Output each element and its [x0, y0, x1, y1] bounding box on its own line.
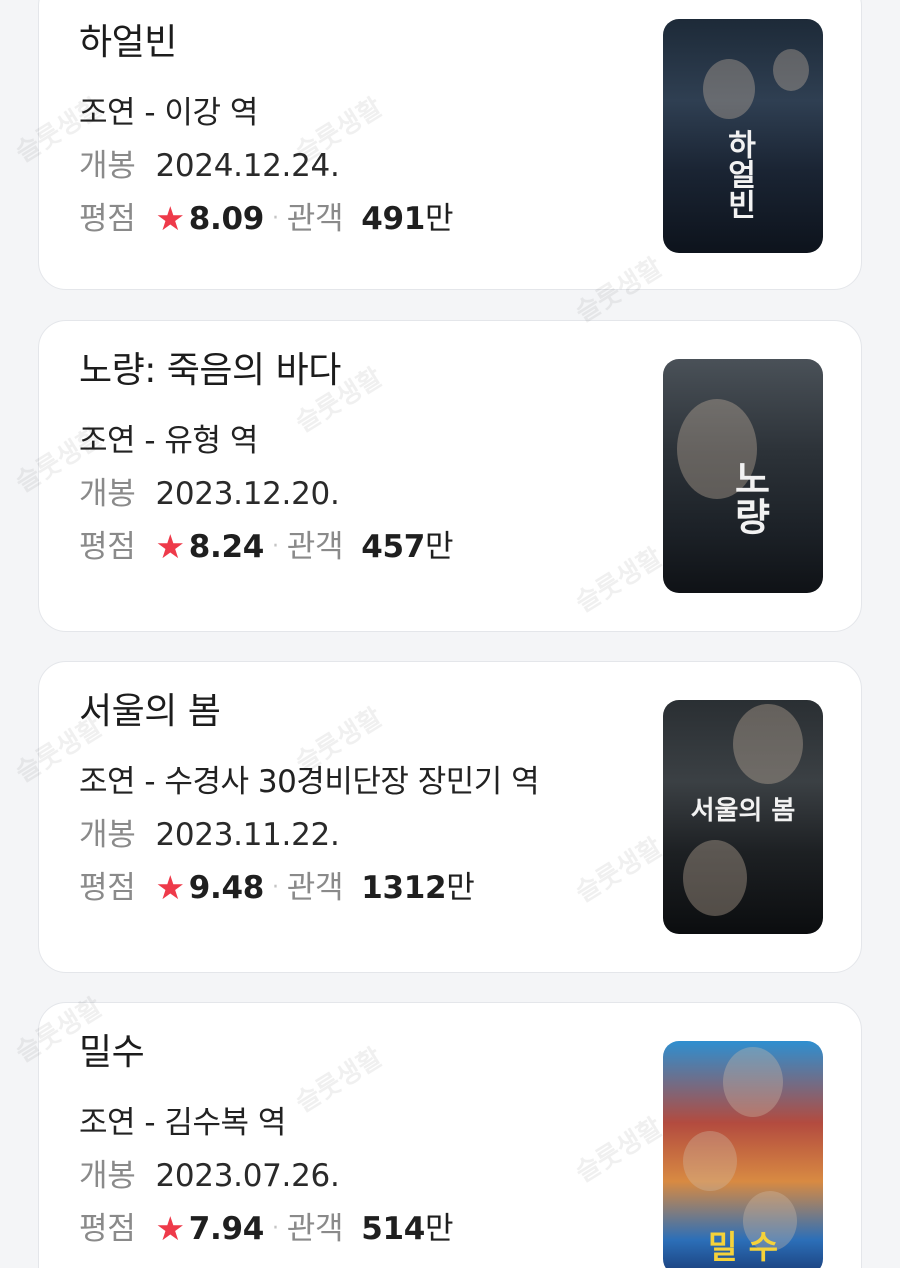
- audience-label: 관객: [286, 201, 344, 237]
- audience-number: 457: [361, 529, 426, 565]
- release-label: 개봉: [79, 817, 136, 853]
- audience-label: 관객: [286, 1211, 344, 1247]
- audience-unit: 만: [446, 870, 475, 906]
- rating-label: 평점: [79, 529, 136, 565]
- release-date: 2023.07.26.: [155, 1158, 340, 1194]
- poster-title: 밀 수: [707, 1228, 779, 1266]
- audience-label: 관객: [286, 870, 344, 906]
- audience-unit: 만: [425, 201, 454, 237]
- movie-info: 밀수 조연 - 김수복 역 개봉 2023.07.26. 평점 ★ 7.94 ·…: [79, 1031, 639, 1249]
- movie-poster[interactable]: 밀 수: [663, 1041, 823, 1268]
- poster-figure: [683, 840, 747, 916]
- audience-unit: 만: [425, 529, 454, 565]
- release-label: 개봉: [79, 476, 136, 512]
- movie-role: 조연 - 수경사 30경비단장 장민기 역: [79, 764, 540, 800]
- rating-value: 7.94: [188, 1211, 265, 1247]
- audience-label: 관객: [286, 529, 344, 565]
- movie-list: 하얼빈 조연 - 이강 역 개봉 2024.12.24. 평점 ★ 8.09 ·…: [0, 0, 900, 1268]
- movie-info: 하얼빈 조연 - 이강 역 개봉 2024.12.24. 평점 ★ 8.09 ·…: [79, 21, 639, 239]
- movie-poster[interactable]: 하얼빈: [663, 19, 823, 253]
- rating-row: 평점 ★ 8.09 · 관객 491 만: [79, 199, 639, 239]
- rating-label: 평점: [79, 1211, 136, 1247]
- poster-figure: [723, 1047, 783, 1117]
- movie-role: 조연 - 김수복 역: [79, 1105, 286, 1141]
- release-date: 2023.11.22.: [155, 817, 340, 853]
- movie-title[interactable]: 노량: 죽음의 바다: [79, 349, 639, 393]
- star-icon: ★: [155, 199, 185, 238]
- rating-value: 9.48: [188, 870, 265, 906]
- release-label: 개봉: [79, 148, 136, 184]
- poster-title: 서울의 봄: [690, 796, 796, 826]
- audience-unit: 만: [425, 1211, 454, 1247]
- movie-card[interactable]: 노량: 죽음의 바다 조연 - 유형 역 개봉 2023.12.20. 평점 ★…: [38, 320, 862, 632]
- poster-title: 노량: [727, 459, 772, 535]
- movie-card[interactable]: 하얼빈 조연 - 이강 역 개봉 2024.12.24. 평점 ★ 8.09 ·…: [38, 0, 862, 290]
- rating-label: 평점: [79, 870, 136, 906]
- rating-value: 8.24: [188, 529, 265, 565]
- star-icon: ★: [155, 1209, 185, 1248]
- poster-figure: [703, 59, 755, 119]
- star-icon: ★: [155, 868, 185, 907]
- rating-value: 8.09: [188, 201, 265, 237]
- release-row: 개봉 2024.12.24.: [79, 146, 639, 186]
- release-label: 개봉: [79, 1158, 136, 1194]
- release-row: 개봉 2023.11.22.: [79, 815, 639, 855]
- rating-label: 평점: [79, 201, 136, 237]
- rating-row: 평점 ★ 9.48 · 관객 1312 만: [79, 868, 639, 908]
- separator-dot: ·: [272, 1216, 279, 1241]
- rating-row: 평점 ★ 7.94 · 관객 514 만: [79, 1209, 639, 1249]
- movie-title[interactable]: 서울의 봄: [79, 690, 639, 734]
- release-row: 개봉 2023.07.26.: [79, 1156, 639, 1196]
- poster-figure: [773, 49, 809, 91]
- movie-card[interactable]: 서울의 봄 조연 - 수경사 30경비단장 장민기 역 개봉 2023.11.2…: [38, 661, 862, 973]
- movie-role: 조연 - 이강 역: [79, 95, 258, 131]
- movie-title[interactable]: 하얼빈: [79, 21, 639, 65]
- movie-card[interactable]: 밀수 조연 - 김수복 역 개봉 2023.07.26. 평점 ★ 7.94 ·…: [38, 1002, 862, 1268]
- rating-row: 평점 ★ 8.24 · 관객 457 만: [79, 527, 639, 567]
- star-icon: ★: [155, 527, 185, 566]
- poster-figure: [733, 704, 803, 784]
- separator-dot: ·: [272, 875, 279, 900]
- poster-figure: [683, 1131, 737, 1191]
- audience-number: 491: [361, 201, 426, 237]
- poster-title: 하얼빈: [721, 129, 756, 219]
- separator-dot: ·: [272, 534, 279, 559]
- release-date: 2023.12.20.: [155, 476, 340, 512]
- movie-poster[interactable]: 서울의 봄: [663, 700, 823, 934]
- release-row: 개봉 2023.12.20.: [79, 474, 639, 514]
- release-date: 2024.12.24.: [155, 148, 340, 184]
- movie-role: 조연 - 유형 역: [79, 423, 258, 459]
- movie-title[interactable]: 밀수: [79, 1031, 639, 1075]
- separator-dot: ·: [272, 206, 279, 231]
- movie-info: 노량: 죽음의 바다 조연 - 유형 역 개봉 2023.12.20. 평점 ★…: [79, 349, 639, 567]
- movie-info: 서울의 봄 조연 - 수경사 30경비단장 장민기 역 개봉 2023.11.2…: [79, 690, 639, 908]
- audience-number: 514: [361, 1211, 426, 1247]
- audience-number: 1312: [361, 870, 447, 906]
- movie-poster[interactable]: 노량: [663, 359, 823, 593]
